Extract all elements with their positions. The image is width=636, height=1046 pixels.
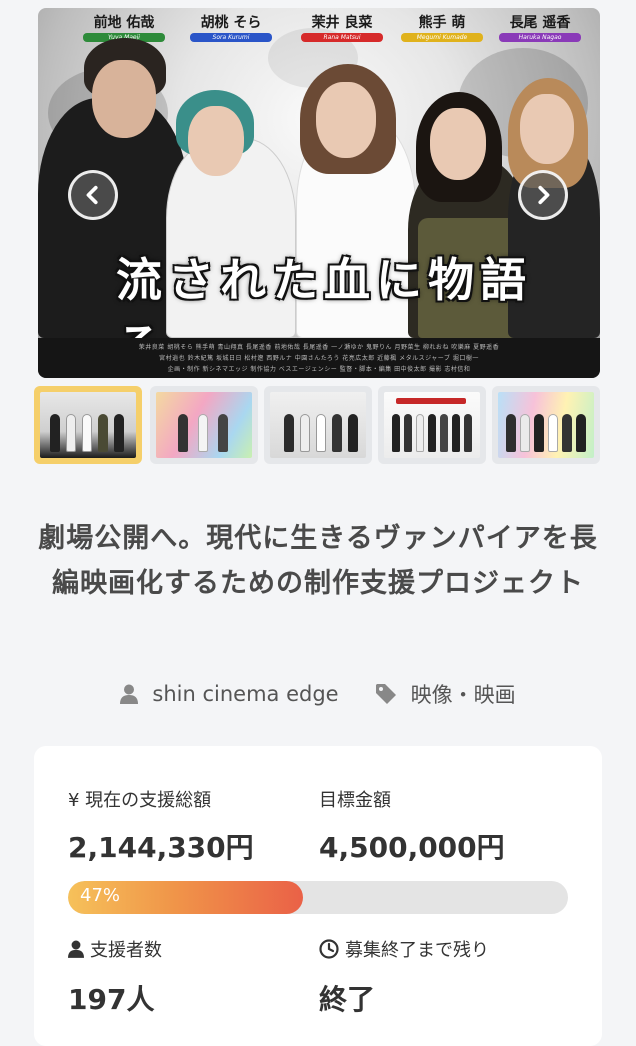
thumbnail-figure [284, 414, 294, 452]
cast-figure-face [430, 108, 486, 180]
cast-name-jp: 前地 佑哉 [93, 15, 155, 31]
cast-name-en: Haruka Nagao [518, 34, 562, 41]
thumbnail-figure [66, 414, 76, 452]
thumbnail-figure [218, 414, 228, 452]
cast-name: 茉井 良菜 Rana Matsui [292, 12, 392, 42]
thumbnail-figure [114, 414, 124, 452]
remaining-value: 終了 [319, 983, 376, 1016]
credits-line: 宮村逍也 鈴木紀篤 坂城日日 松村遼 西野ルナ 中園さんたろう 花亮広太郎 近藤… [159, 355, 479, 362]
thumbnail-figure [392, 414, 400, 452]
carousel-next-button[interactable] [518, 170, 568, 220]
thumbnail-image [498, 392, 594, 458]
thumbnail-figure [534, 414, 544, 452]
thumbnail-figure [348, 414, 358, 452]
credits-line: 企画・制作 新シネマエッジ 制作協力 ベスエージェンシー 監督・脚本・編集 田中… [167, 366, 471, 373]
thumbnail-figure [50, 414, 60, 452]
hero-poster: 前地 佑哉 Yuya Maeji 胡桃 そら Sora Kurumi 茉井 良菜… [38, 8, 600, 378]
thumbnail-2[interactable] [150, 386, 258, 464]
thumbnail-figure [300, 414, 310, 452]
cast-figure-face [316, 82, 376, 158]
category-label[interactable]: 映像・映画 [411, 679, 516, 709]
user-icon [120, 684, 139, 704]
remaining-label: 募集終了まで残り [345, 940, 489, 961]
cast-name-en: Sora Kurumi [212, 34, 250, 41]
thumbnail-image [156, 392, 252, 458]
raised-value: 2,144,330円 [68, 831, 254, 864]
backers-label: 支援者数 [90, 940, 162, 961]
cast-name-jp: 長尾 遥香 [509, 15, 571, 31]
thumbnail-1[interactable] [34, 386, 142, 464]
remaining-label-row: 募集終了まで残り [319, 936, 489, 962]
owner-name[interactable]: shin cinema edge [152, 682, 338, 706]
chevron-right-icon [538, 185, 550, 205]
thumbnail-figure [506, 414, 516, 452]
thumbnail-figure [316, 414, 326, 452]
thumbnail-figure [416, 414, 424, 452]
chevron-left-icon [86, 185, 98, 205]
backers-label-row: 支援者数 [68, 936, 162, 962]
thumbnail-4[interactable] [378, 386, 486, 464]
thumbnail-figure [576, 414, 586, 452]
thumbnail-figure [98, 414, 108, 452]
goal-label: 目標金額 [319, 790, 391, 811]
funding-stats-card: ¥ 現在の支援総額 2,144,330円 目標金額 4,500,000円 47%… [34, 746, 602, 1046]
cast-name-en: Rana Matsui [323, 34, 361, 41]
funding-progress-fill: 47% [68, 881, 303, 914]
thumbnail-figure [440, 414, 448, 452]
thumbnail-image [270, 392, 366, 458]
thumbnail-figure [464, 414, 472, 452]
progress-percent: 47% [80, 885, 121, 906]
thumbnail-image [384, 392, 480, 458]
thumbnail-figure [404, 414, 412, 452]
clock-icon [319, 939, 339, 959]
cast-figure-face [188, 106, 244, 176]
cast-figure-face [92, 60, 156, 138]
project-meta: shin cinema edge 映像・映画 [0, 676, 636, 712]
thumbnail-figure [562, 414, 572, 452]
thumbnail-banner [396, 398, 466, 404]
thumbnail-image [40, 392, 136, 458]
thumbnail-figure [178, 414, 188, 452]
credits-line: 茉井良菜 胡桃そら 熊手萌 青山翔真 長尾遥香 前地佑哉 長尾遥香 一ノ瀬ゆか … [138, 344, 500, 351]
thumbnail-3[interactable] [264, 386, 372, 464]
thumbnail-figure [428, 414, 436, 452]
cast-name-jp: 胡桃 そら [200, 15, 262, 31]
funding-progress-bar: 47% [68, 881, 568, 914]
cast-name-jp: 熊手 萌 [418, 15, 466, 31]
users-icon [68, 940, 84, 958]
tag-icon [375, 684, 396, 704]
thumbnail-figure [548, 414, 558, 452]
poster-credits: 茉井良菜 胡桃そら 熊手萌 青山翔真 長尾遥香 前地佑哉 長尾遥香 一ノ瀬ゆか … [38, 338, 600, 378]
thumbnail-figure [198, 414, 208, 452]
cast-name: 熊手 萌 Megumi Kumade [392, 12, 492, 42]
raised-label: ¥ 現在の支援総額 [68, 790, 212, 811]
cast-figure-face [520, 94, 574, 164]
project-category[interactable]: 映像・映画 [375, 679, 516, 709]
goal-value: 4,500,000円 [319, 831, 505, 864]
cast-name: 長尾 遥香 Haruka Nagao [490, 12, 590, 42]
thumbnail-figure [82, 414, 92, 452]
project-title: 劇場公開へ。現代に生きるヴァンパイアを長編映画化するための制作支援プロジェクト [38, 523, 598, 599]
cast-name: 胡桃 そら Sora Kurumi [181, 12, 281, 42]
thumbnail-strip [34, 386, 604, 466]
cast-name-jp: 茉井 良菜 [311, 15, 373, 31]
thumbnail-figure [332, 414, 342, 452]
thumbnail-figure [520, 414, 530, 452]
backers-value: 197人 [68, 983, 155, 1016]
thumbnail-5[interactable] [492, 386, 600, 464]
thumbnail-figure [452, 414, 460, 452]
carousel-prev-button[interactable] [68, 170, 118, 220]
project-owner[interactable]: shin cinema edge [120, 682, 339, 706]
cast-name-en: Megumi Kumade [416, 34, 468, 41]
